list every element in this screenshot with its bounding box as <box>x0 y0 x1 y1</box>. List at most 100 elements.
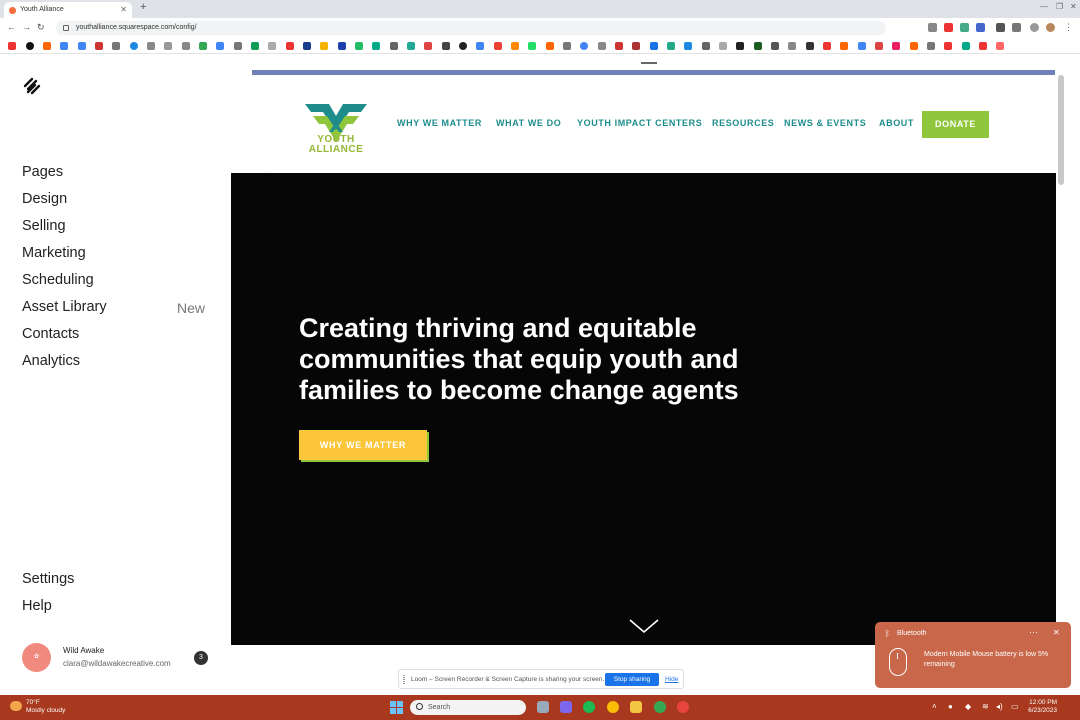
bookmark-icon[interactable] <box>95 42 103 50</box>
sidebar-item-pages[interactable]: Pages <box>22 164 63 180</box>
minimize-icon[interactable]: — <box>1040 2 1048 11</box>
bookmark-icon[interactable] <box>719 42 727 50</box>
donate-button[interactable]: DONATE <box>922 111 989 138</box>
user-name[interactable]: Wild Awake <box>63 646 104 655</box>
task-view-icon[interactable] <box>537 701 549 713</box>
bookmark-icon[interactable] <box>372 42 380 50</box>
sidebar-item-scheduling[interactable]: Scheduling <box>22 272 94 288</box>
profile-avatar-icon[interactable] <box>1030 23 1039 32</box>
windows-start-icon[interactable] <box>390 701 403 714</box>
stop-sharing-button[interactable]: Stop sharing <box>605 673 659 686</box>
squarespace-logo-icon[interactable] <box>22 77 42 95</box>
bookmark-icon[interactable] <box>788 42 796 50</box>
bookmark-icon[interactable] <box>858 42 866 50</box>
bookmark-icon[interactable] <box>424 42 432 50</box>
bookmark-icon[interactable] <box>390 42 398 50</box>
bookmark-icon[interactable] <box>615 42 623 50</box>
nav-about[interactable]: ABOUT <box>879 118 914 128</box>
profile-avatar-icon[interactable] <box>1046 23 1055 32</box>
hide-link[interactable]: Hide <box>665 676 678 683</box>
close-tab-icon[interactable]: ✕ <box>120 2 127 18</box>
bookmark-icon[interactable] <box>494 42 502 50</box>
nav-resources[interactable]: RESOURCES <box>712 118 774 128</box>
bookmark-icon[interactable] <box>355 42 363 50</box>
scroll-down-chevron-icon[interactable] <box>628 617 660 635</box>
bookmark-icon[interactable] <box>286 42 294 50</box>
bookmark-icon[interactable] <box>476 42 484 50</box>
volume-icon[interactable]: ◂) <box>996 702 1003 711</box>
bookmark-icon[interactable] <box>234 42 242 50</box>
nav-news-events[interactable]: NEWS & EVENTS <box>784 118 866 128</box>
bookmark-icon[interactable] <box>598 42 606 50</box>
spotify-icon[interactable] <box>583 701 595 713</box>
nav-why-we-matter[interactable]: WHY WE MATTER <box>397 118 482 128</box>
weather-temperature[interactable]: 70°F <box>26 699 40 706</box>
chrome-profile-icon[interactable] <box>654 701 666 713</box>
bookmark-icon[interactable] <box>927 42 935 50</box>
tray-app-icon[interactable]: ● <box>948 702 953 711</box>
bookmark-icon[interactable] <box>806 42 814 50</box>
taskbar-search-input[interactable]: Search <box>410 700 526 715</box>
avatar[interactable]: ✿ <box>22 643 51 672</box>
sidebar-item-analytics[interactable]: Analytics <box>22 353 80 369</box>
bookmark-icon[interactable] <box>528 42 536 50</box>
browser-tab[interactable]: Youth Alliance ✕ <box>4 2 132 18</box>
bookmark-icon[interactable] <box>962 42 970 50</box>
sidebar-item-design[interactable]: Design <box>22 191 67 207</box>
sidebar-item-asset-library[interactable]: Asset Library <box>22 299 107 315</box>
bookmark-icon[interactable] <box>60 42 68 50</box>
teams-icon[interactable] <box>560 701 572 713</box>
bookmark-icon[interactable] <box>823 42 831 50</box>
bookmark-icon[interactable] <box>875 42 883 50</box>
extension-icon[interactable] <box>960 23 969 32</box>
reload-icon[interactable]: ↻ <box>37 22 45 33</box>
bookmark-icon[interactable] <box>112 42 120 50</box>
wifi-icon[interactable]: ≋ <box>982 702 989 711</box>
sidebar-item-selling[interactable]: Selling <box>22 218 66 234</box>
new-tab-button[interactable]: + <box>140 1 146 13</box>
bookmark-icon[interactable] <box>996 42 1004 50</box>
bookmark-icon[interactable] <box>511 42 519 50</box>
sidebar-item-settings[interactable]: Settings <box>22 571 74 587</box>
drag-handle[interactable] <box>641 62 657 64</box>
clock-date[interactable]: 6/23/2023 <box>1025 707 1057 714</box>
tray-app-icon[interactable]: ◆ <box>965 702 971 711</box>
forward-arrow-icon[interactable]: → <box>22 22 31 32</box>
extensions-puzzle-icon[interactable] <box>996 23 1005 32</box>
sidebar-item-marketing[interactable]: Marketing <box>22 245 86 261</box>
extension-icon[interactable] <box>944 23 953 32</box>
bookmark-icon[interactable] <box>182 42 190 50</box>
maximize-icon[interactable]: ❐ <box>1056 2 1063 11</box>
tray-chevron-icon[interactable]: ˄ <box>932 702 937 711</box>
bookmark-icon[interactable] <box>944 42 952 50</box>
bookmark-icon[interactable] <box>459 42 467 50</box>
bookmark-icon[interactable] <box>580 42 588 50</box>
bookmark-icon[interactable] <box>563 42 571 50</box>
bookmark-icon[interactable] <box>303 42 311 50</box>
close-window-icon[interactable]: ✕ <box>1070 2 1077 11</box>
bookmark-icon[interactable] <box>199 42 207 50</box>
bookmark-icon[interactable] <box>684 42 692 50</box>
nav-youth-impact-centers[interactable]: YOUTH IMPACT CENTERS <box>577 118 702 128</box>
bookmark-icon[interactable] <box>164 42 172 50</box>
battery-icon[interactable]: ▭ <box>1011 702 1019 711</box>
bookmark-icon[interactable] <box>754 42 762 50</box>
bookmark-icon[interactable] <box>442 42 450 50</box>
close-icon[interactable]: ✕ <box>1053 628 1060 637</box>
bookmark-icon[interactable] <box>546 42 554 50</box>
sidebar-item-help[interactable]: Help <box>22 598 52 614</box>
sidebar-item-contacts[interactable]: Contacts <box>22 326 79 342</box>
bookmark-icon[interactable] <box>338 42 346 50</box>
bookmark-icon[interactable] <box>771 42 779 50</box>
bookmark-icon[interactable] <box>43 42 51 50</box>
bookmark-icon[interactable] <box>26 42 34 50</box>
drag-grip-icon[interactable] <box>403 675 405 684</box>
bookmark-icon[interactable] <box>840 42 848 50</box>
bookmark-icon[interactable] <box>650 42 658 50</box>
file-explorer-icon[interactable] <box>630 701 642 713</box>
extension-icon[interactable] <box>928 23 937 32</box>
hero-why-we-matter-button[interactable]: WHY WE MATTER <box>299 430 427 460</box>
bookmark-icon[interactable] <box>216 42 224 50</box>
back-arrow-icon[interactable]: ← <box>7 22 16 32</box>
bookmark-icon[interactable] <box>251 42 259 50</box>
